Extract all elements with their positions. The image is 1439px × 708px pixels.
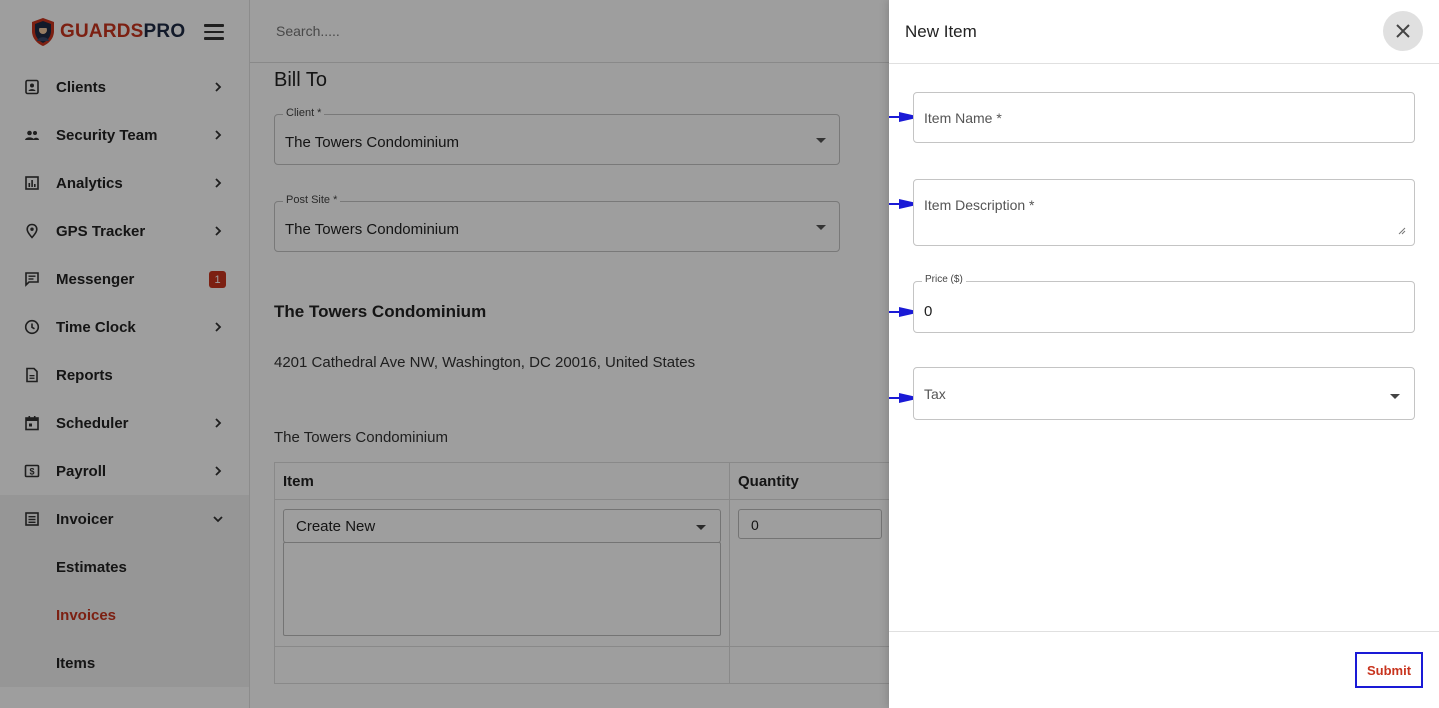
price-value: 0	[924, 303, 933, 320]
close-icon	[1396, 24, 1410, 38]
caret-down-icon	[1390, 394, 1400, 399]
price-input[interactable]: Price ($) 0	[913, 274, 1415, 333]
price-label: Price ($)	[922, 274, 966, 285]
drawer-header: New Item	[889, 0, 1439, 64]
item-description-input[interactable]: Item Description *	[913, 179, 1415, 246]
tax-select[interactable]: Tax	[913, 367, 1415, 420]
drawer-footer: Submit	[889, 631, 1439, 708]
modal-backdrop[interactable]	[0, 0, 889, 708]
new-item-drawer: New Item Item Name * Item Description * …	[889, 0, 1439, 708]
submit-button[interactable]: Submit	[1355, 652, 1423, 688]
item-description-placeholder: Item Description *	[924, 197, 1035, 213]
close-button[interactable]	[1383, 11, 1423, 51]
item-name-placeholder: Item Name *	[924, 110, 1002, 126]
item-name-input[interactable]: Item Name *	[913, 92, 1415, 143]
resize-handle-icon[interactable]	[1398, 227, 1406, 235]
tax-placeholder: Tax	[924, 386, 946, 402]
drawer-title: New Item	[905, 22, 977, 41]
